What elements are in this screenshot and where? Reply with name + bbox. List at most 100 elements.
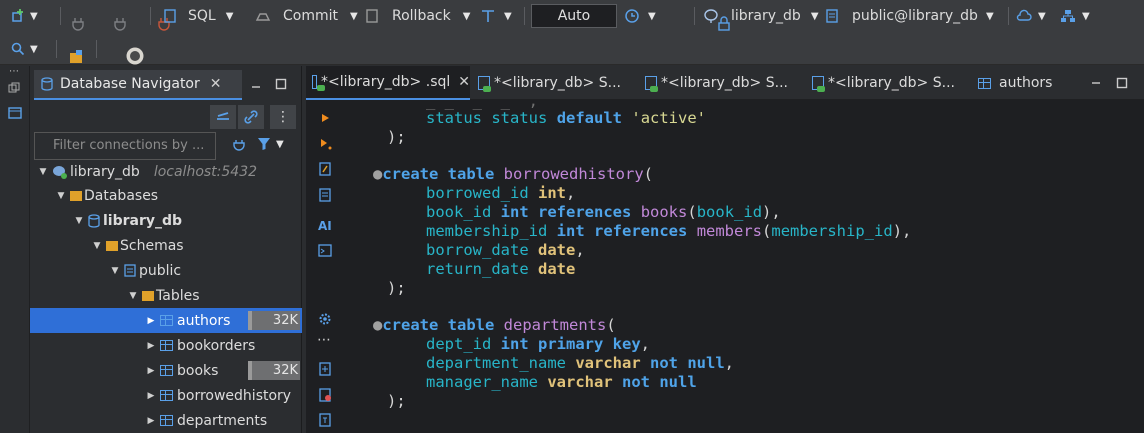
tree-node-table-borrowedhistory[interactable]: ▶ borrowedhistory	[30, 383, 302, 408]
avatar[interactable]	[126, 47, 144, 65]
datasource-selector[interactable]: library_db ▼	[703, 2, 819, 30]
load-file-icon[interactable]	[318, 188, 332, 202]
expand-arrow-icon: ▼	[129, 290, 137, 301]
more-icon[interactable]: ⋯	[9, 66, 19, 77]
network-button[interactable]: ▼	[1060, 2, 1090, 30]
commit-button[interactable]: Commit ▼	[255, 2, 358, 30]
network-icon	[1061, 10, 1075, 22]
table-icon	[160, 340, 173, 351]
ai-assistant-icon[interactable]: AI	[318, 219, 332, 233]
editor-tab-authors[interactable]: authors	[972, 66, 1082, 100]
run-statement-icon[interactable]	[320, 113, 330, 123]
tree-node-tables[interactable]: ▼ Tables	[30, 283, 302, 308]
code-line: );	[387, 128, 406, 146]
editor-tab-script-4[interactable]: *<library_db> S...	[806, 66, 970, 100]
link-editor-button[interactable]	[238, 105, 264, 129]
window-icon[interactable]	[8, 107, 22, 119]
code-line: manager_name varchar not null	[426, 373, 697, 391]
chevron-down-icon: ▼	[350, 10, 358, 22]
schema-label: public@library_db	[852, 8, 978, 24]
history-button[interactable]: ▼	[624, 2, 656, 30]
chevron-down-icon: ▼	[30, 10, 38, 22]
table-size-bar	[248, 361, 253, 380]
minimize-icon[interactable]	[1090, 78, 1102, 88]
connection-filter-icon[interactable]	[232, 138, 248, 154]
minimize-icon[interactable]	[250, 82, 262, 92]
transaction-mode-button[interactable]: ▼	[480, 2, 512, 30]
tab-label: authors	[999, 75, 1053, 91]
table-size-badge: 32K	[248, 361, 300, 380]
settings-icon[interactable]	[318, 312, 332, 326]
tree-node-database[interactable]: ▼ library_db	[30, 208, 302, 233]
export-icon[interactable]	[318, 362, 332, 376]
database-icon	[41, 77, 53, 91]
table-icon	[160, 315, 173, 326]
tree-node-databases[interactable]: ▼ Databases	[30, 183, 302, 208]
more-options-button[interactable]: ⋮	[270, 105, 296, 129]
schema-icon	[826, 9, 838, 23]
code-line: status status default 'active'	[426, 109, 707, 127]
transaction-mode-field[interactable]: Auto	[531, 4, 617, 28]
tab-label: *<library_db> S...	[661, 75, 788, 91]
expand-arrow-icon: ▼	[75, 215, 83, 226]
database-navigator-tab[interactable]: Database Navigator ✕	[34, 70, 242, 100]
editor-tab-bar: *<library_db> .sql ✕ *<library_db> S... …	[306, 66, 1144, 100]
editor-tab-sql[interactable]: *<library_db> .sql ✕	[306, 66, 470, 100]
search-button[interactable]: ▼	[10, 35, 38, 63]
run-script-icon[interactable]	[320, 138, 332, 150]
error-icon[interactable]	[318, 388, 332, 402]
sql-code-editor[interactable]: _ _ _ _ , status status default 'active'…	[370, 100, 1144, 433]
close-icon[interactable]: ✕	[210, 76, 222, 92]
code-line: return_date date	[426, 260, 576, 278]
restore-icon[interactable]	[8, 82, 20, 94]
editor-tab-script-2[interactable]: *<library_db> S...	[472, 66, 636, 100]
filter-connections-input[interactable]: Filter connections by ...	[34, 132, 216, 160]
code-line: dept_id int primary key,	[426, 335, 651, 353]
cloud-button[interactable]: ▼	[1016, 2, 1046, 30]
table-icon	[978, 77, 991, 89]
database-navigator-panel: Database Navigator ✕ ⋮ Filter connection…	[30, 66, 302, 433]
tree-node-schema-public[interactable]: ▼ public	[30, 258, 302, 283]
console-icon[interactable]	[318, 244, 332, 257]
tree-node-table-authors[interactable]: ▶ authors 32K	[30, 308, 302, 333]
tree-label: public	[139, 262, 182, 279]
collapsed-arrow-icon: ▶	[147, 340, 155, 351]
maximize-icon[interactable]	[1116, 77, 1128, 89]
chevron-down-icon: ▼	[276, 138, 284, 150]
editor-tab-script-3[interactable]: *<library_db> S...	[639, 66, 803, 100]
more-icon[interactable]: ⋯	[317, 332, 331, 348]
collapsed-arrow-icon: ▶	[147, 365, 155, 376]
collapsed-arrow-icon: ▶	[147, 390, 155, 401]
tree-node-schemas[interactable]: ▼ Schemas	[30, 233, 302, 258]
chevron-down-icon: ▼	[462, 10, 471, 22]
tree-node-table-departments[interactable]: ▶ departments	[30, 408, 302, 433]
new-connection-button[interactable]: ▼	[10, 2, 38, 30]
filter-button[interactable]: ▼	[256, 136, 284, 152]
tree-node-table-books[interactable]: ▶ books 32K	[30, 358, 302, 383]
tree-label: Schemas	[120, 237, 184, 254]
sql-editor-button[interactable]: SQL ▼	[162, 2, 233, 30]
project-icon[interactable]	[68, 49, 84, 65]
connect-icon[interactable]	[70, 16, 86, 32]
tree-node-connection[interactable]: ▼ library_db localhost:5432	[30, 159, 302, 184]
datasource-label: library_db	[731, 8, 801, 24]
explain-plan-icon[interactable]	[318, 162, 332, 176]
tree-node-table-bookorders[interactable]: ▶ bookorders	[30, 333, 302, 358]
collapsed-arrow-icon: ▶	[147, 315, 155, 326]
table-size-label: 32K	[272, 363, 298, 378]
rollback-button[interactable]: Rollback ▼	[364, 2, 470, 30]
schema-selector[interactable]: public@library_db ▼	[824, 2, 994, 30]
chevron-down-icon: ▼	[985, 10, 994, 22]
sql-script-icon	[812, 76, 825, 92]
cloud-icon	[1016, 9, 1032, 21]
close-icon[interactable]: ✕	[458, 74, 470, 90]
maximize-icon[interactable]	[275, 78, 287, 90]
transaction-icon	[482, 10, 494, 22]
text-icon[interactable]	[318, 413, 332, 427]
reconnect-icon[interactable]	[112, 16, 128, 32]
commit-label: Commit	[283, 8, 338, 24]
tab-label: *<library_db> S...	[828, 75, 955, 91]
collapse-all-button[interactable]	[210, 105, 236, 129]
table-icon	[160, 390, 173, 401]
chevron-down-icon: ▼	[1038, 10, 1046, 22]
